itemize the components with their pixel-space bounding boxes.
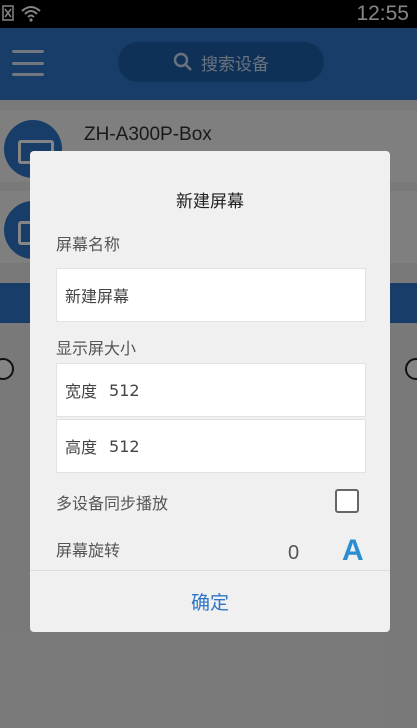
screen-name-input[interactable]	[65, 285, 365, 305]
new-screen-dialog: 新建屏幕 屏幕名称 显示屏大小 宽度 高度 多设备同步播放 屏幕旋转 0 A 确…	[30, 151, 390, 632]
screen-name-field[interactable]	[56, 268, 366, 322]
height-input[interactable]	[109, 436, 365, 456]
rotate-orientation-icon[interactable]: A	[342, 534, 364, 568]
display-size-label: 显示屏大小	[56, 339, 137, 358]
sync-playback-label: 多设备同步播放	[56, 494, 169, 513]
sync-playback-checkbox[interactable]	[335, 489, 359, 513]
height-label: 高度	[65, 438, 98, 457]
dialog-title: 新建屏幕	[176, 192, 244, 212]
width-input[interactable]	[109, 380, 365, 400]
height-field[interactable]: 高度	[56, 419, 366, 473]
width-label: 宽度	[65, 382, 98, 401]
rotation-value: 0	[288, 542, 300, 564]
screen-name-label: 屏幕名称	[56, 235, 121, 254]
confirm-button[interactable]: 确定	[30, 571, 390, 632]
screen-rotation-label: 屏幕旋转	[56, 541, 121, 560]
width-field[interactable]: 宽度	[56, 363, 366, 417]
